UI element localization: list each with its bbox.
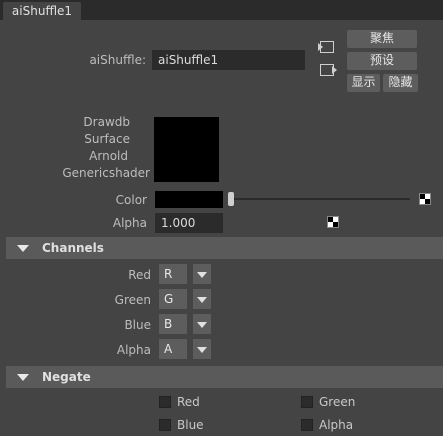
color-slider-handle[interactable]	[228, 192, 234, 206]
chevron-down-icon[interactable]	[193, 289, 211, 309]
chevron-down-icon[interactable]	[193, 339, 211, 359]
color-map-icon[interactable]	[419, 193, 431, 205]
channels-section-header[interactable]: Channels	[6, 237, 443, 259]
collapse-arrow-icon	[17, 374, 29, 381]
output-connections-icon[interactable]	[320, 64, 337, 76]
node-name-label: aiShuffle:	[89, 53, 146, 67]
swatch-label-surface: Surface	[84, 132, 130, 146]
negate-blue-label: Blue	[177, 418, 204, 432]
presets-button[interactable]: 预设	[347, 52, 417, 70]
swatch-label-arnold: Arnold	[89, 149, 128, 163]
color-swatch[interactable]	[155, 191, 223, 208]
channel-select-red[interactable]: R	[159, 264, 187, 284]
negate-title: Negate	[42, 370, 91, 384]
node-name-field[interactable]: aiShuffle1	[152, 50, 305, 70]
focus-button[interactable]: 聚焦	[347, 30, 417, 48]
shader-swatch[interactable]	[154, 117, 219, 182]
channel-select-alpha[interactable]: A	[159, 339, 187, 359]
tab-aishuffle1[interactable]: aiShuffle1	[3, 2, 81, 20]
negate-alpha-label: Alpha	[319, 418, 354, 432]
channel-label-alpha: Alpha	[116, 343, 151, 357]
alpha-field[interactable]: 1.000	[155, 213, 223, 233]
alpha-label: Alpha	[112, 216, 147, 230]
swatch-label-drawdb: Drawdb	[83, 115, 130, 129]
negate-section-header[interactable]: Negate	[6, 366, 443, 388]
chevron-down-icon[interactable]	[193, 314, 211, 334]
input-connections-icon[interactable]	[318, 41, 334, 53]
negate-alpha-checkbox[interactable]	[301, 419, 313, 431]
color-slider-track[interactable]	[230, 198, 410, 200]
negate-red-label: Red	[177, 395, 200, 409]
channel-label-green: Green	[114, 293, 151, 307]
negate-green-checkbox[interactable]	[301, 396, 313, 408]
collapse-arrow-icon	[17, 245, 29, 252]
chevron-down-icon[interactable]	[193, 264, 211, 284]
channel-label-red: Red	[128, 268, 151, 282]
negate-red-checkbox[interactable]	[159, 396, 171, 408]
color-label: Color	[115, 193, 147, 207]
show-button[interactable]: 显示	[347, 74, 380, 92]
swatch-label-genericshader: Genericshader	[62, 166, 150, 180]
alpha-map-icon[interactable]	[327, 216, 339, 228]
channel-label-blue: Blue	[124, 318, 151, 332]
negate-blue-checkbox[interactable]	[159, 419, 171, 431]
channels-title: Channels	[42, 241, 104, 255]
hide-button[interactable]: 隐藏	[383, 74, 418, 92]
channel-select-blue[interactable]: B	[159, 314, 187, 334]
channel-select-green[interactable]: G	[159, 289, 187, 309]
negate-green-label: Green	[319, 395, 356, 409]
